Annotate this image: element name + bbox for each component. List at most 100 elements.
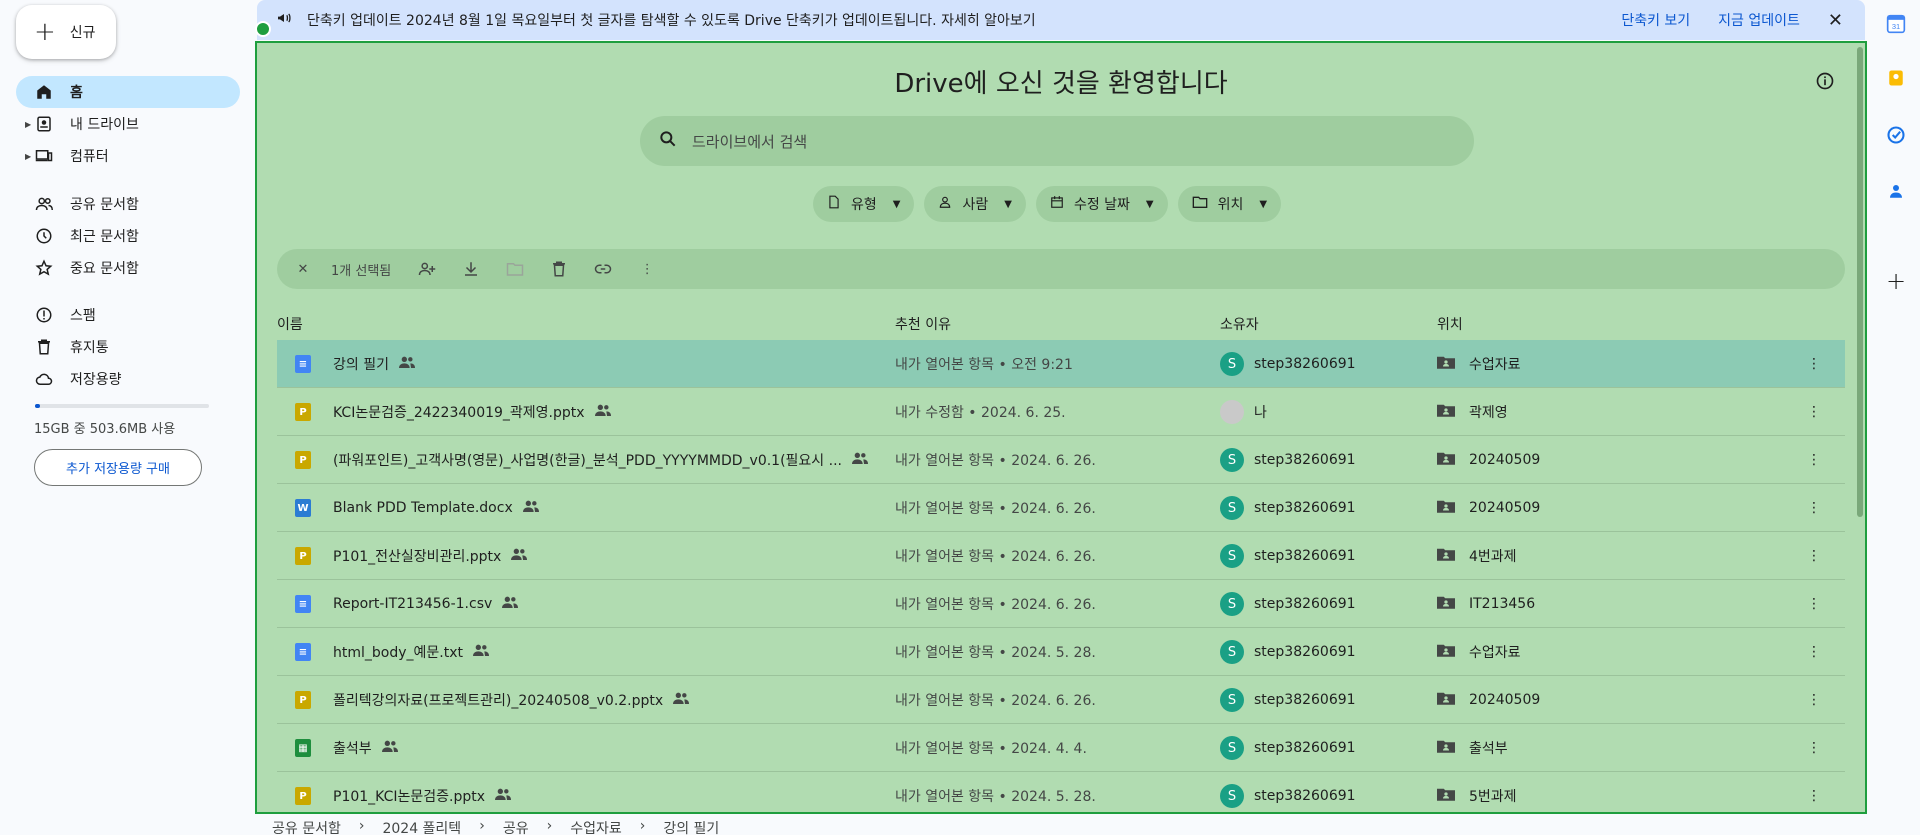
keep-app-icon[interactable] bbox=[1884, 66, 1908, 90]
contacts-app-icon[interactable] bbox=[1884, 179, 1908, 203]
file-row[interactable]: ≡ Report-IT213456-1.csv 내가 열어본 항목 • 2024. … bbox=[277, 580, 1845, 628]
file-name[interactable]: (파워포인트)_고객사명(영문)_사업명(한글)_분석_PDD_YYYYMMDD… bbox=[333, 450, 842, 470]
breadcrumb-item[interactable]: 2024 폴리텍 bbox=[382, 818, 461, 835]
more-vert-icon[interactable]: ⋮ bbox=[1807, 436, 1821, 484]
move-folder-icon[interactable] bbox=[493, 260, 537, 278]
more-vert-icon[interactable]: ⋮ bbox=[1807, 676, 1821, 724]
people-filter-chip[interactable]: 사람 ▼ bbox=[924, 186, 1026, 222]
shared-icon bbox=[495, 788, 512, 804]
link-icon[interactable] bbox=[581, 260, 625, 278]
location-name[interactable]: 20240509 bbox=[1469, 500, 1540, 516]
shared-icon bbox=[673, 692, 690, 708]
location-name[interactable]: 수업자료 bbox=[1469, 354, 1521, 374]
file-row[interactable]: P P101_KCI논문검증.pptx 내가 열어본 항목 • 2024. 5. 2… bbox=[277, 772, 1845, 812]
file-row[interactable]: P P101_전산실장비관리.pptx 내가 열어본 항목 • 2024. 6. 2… bbox=[277, 532, 1845, 580]
location-name[interactable]: IT213456 bbox=[1469, 596, 1535, 612]
owner-name: 나 bbox=[1254, 405, 1267, 421]
file-row[interactable]: ≡ html_body_예문.txt 내가 열어본 항목 • 2024. 5. 28… bbox=[277, 628, 1845, 676]
shared-icon bbox=[34, 194, 54, 214]
breadcrumb-item[interactable]: 수업자료 bbox=[570, 818, 622, 835]
sidebar-item-recent[interactable]: 최근 문서함 bbox=[16, 220, 240, 252]
download-icon[interactable] bbox=[449, 260, 493, 278]
sidebar-item-storage[interactable]: 저장용량 bbox=[16, 363, 240, 395]
file-row[interactable]: ▦ 출석부 내가 열어본 항목 • 2024. 4. 4. Sstep38260691… bbox=[277, 724, 1845, 772]
scrollbar-thumb[interactable] bbox=[1857, 47, 1863, 517]
more-vert-icon[interactable]: ⋮ bbox=[1807, 628, 1821, 676]
location-name[interactable]: 20240509 bbox=[1469, 692, 1540, 708]
sidebar-item-my-drive[interactable]: ▶ 내 드라이브 bbox=[16, 108, 240, 140]
tasks-app-icon[interactable] bbox=[1884, 123, 1908, 147]
shared-icon bbox=[522, 500, 539, 516]
recommend-reason: 내가 열어본 항목 • 2024. 4. 4. bbox=[895, 741, 1087, 757]
location-name[interactable]: 5번과제 bbox=[1469, 786, 1517, 806]
share-icon[interactable] bbox=[405, 260, 449, 278]
sidebar-item-label: 컴퓨터 bbox=[70, 149, 109, 165]
file-name[interactable]: html_body_예문.txt bbox=[333, 642, 463, 662]
info-icon[interactable] bbox=[1815, 71, 1835, 95]
new-button[interactable]: + 신규 bbox=[16, 5, 116, 59]
plus-icon: + bbox=[34, 17, 56, 47]
sidebar-item-computer[interactable]: ▶ 컴퓨터 bbox=[16, 140, 240, 172]
avatar: S bbox=[1220, 448, 1244, 472]
location-name[interactable]: 4번과제 bbox=[1469, 546, 1517, 566]
computer-icon bbox=[34, 146, 54, 166]
sidebar-item-starred[interactable]: 중요 문서함 bbox=[16, 252, 240, 284]
file-row[interactable]: ≡ 강의 필기 내가 열어본 항목 • 오전 9:21 Sstep38260691 수업… bbox=[277, 340, 1845, 388]
file-row[interactable]: P 폴리텍강의자료(프로젝트관리)_20240508_v0.2.pptx 내가 열어… bbox=[277, 676, 1845, 724]
shared-icon bbox=[473, 644, 489, 660]
file-name[interactable]: P101_KCI논문검증.pptx bbox=[333, 786, 485, 806]
file-name[interactable]: Blank PDD Template.docx bbox=[333, 500, 513, 516]
update-now-link[interactable]: 지금 업데이트 bbox=[1718, 10, 1800, 30]
file-name[interactable]: 출석부 bbox=[333, 738, 372, 758]
more-vert-icon[interactable]: ⋮ bbox=[1807, 532, 1821, 580]
file-row[interactable]: P KCI논문검증_2422340019_곽제영.pptx 내가 수정함 • 202… bbox=[277, 388, 1845, 436]
more-vert-icon[interactable]: ⋮ bbox=[1807, 484, 1821, 532]
column-header-name[interactable]: 이름 bbox=[277, 314, 303, 334]
add-addon-icon[interactable]: + bbox=[1884, 267, 1908, 295]
location-filter-chip[interactable]: 위치 ▼ bbox=[1177, 186, 1282, 222]
file-name[interactable]: 강의 필기 bbox=[333, 354, 389, 374]
home-icon bbox=[34, 82, 54, 102]
shared-icon bbox=[502, 596, 519, 612]
chevron-down-icon: ▼ bbox=[1004, 198, 1012, 210]
expand-caret-icon[interactable]: ▶ bbox=[25, 120, 31, 129]
location-name[interactable]: 출석부 bbox=[1469, 738, 1508, 758]
file-name[interactable]: P101_전산실장비관리.pptx bbox=[333, 546, 501, 566]
column-header-location: 위치 bbox=[1437, 317, 1463, 333]
ppt-file-icon: P bbox=[295, 388, 315, 436]
breadcrumb-item[interactable]: 공유 bbox=[503, 818, 529, 835]
more-vert-icon[interactable]: ⋮ bbox=[1807, 388, 1821, 436]
sidebar-item-spam[interactable]: 스팸 bbox=[16, 299, 240, 331]
sidebar-item-trash[interactable]: 휴지통 bbox=[16, 331, 240, 363]
calendar-app-icon[interactable]: 31 bbox=[1884, 12, 1908, 36]
more-vert-icon[interactable]: ⋮ bbox=[1807, 580, 1821, 628]
breadcrumb-item[interactable]: 공유 문서함 bbox=[272, 818, 341, 835]
file-name[interactable]: 폴리텍강의자료(프로젝트관리)_20240508_v0.2.pptx bbox=[333, 690, 663, 710]
location-name[interactable]: 수업자료 bbox=[1469, 642, 1521, 662]
shared-icon bbox=[852, 452, 868, 468]
more-vert-icon[interactable]: ⋮ bbox=[625, 262, 669, 277]
expand-caret-icon[interactable]: ▶ bbox=[25, 152, 31, 161]
buy-storage-button[interactable]: 추가 저장용량 구매 bbox=[34, 449, 202, 486]
modified-filter-chip[interactable]: 수정 날짜 ▼ bbox=[1035, 186, 1168, 222]
type-filter-chip[interactable]: 유형 ▼ bbox=[813, 186, 915, 222]
close-icon[interactable]: ✕ bbox=[1828, 10, 1843, 31]
clear-selection-icon[interactable]: ✕ bbox=[291, 262, 315, 277]
more-vert-icon[interactable]: ⋮ bbox=[1807, 724, 1821, 772]
location-name[interactable]: 곽제영 bbox=[1469, 402, 1508, 422]
file-name[interactable]: Report-IT213456-1.csv bbox=[333, 596, 492, 612]
search-placeholder: 드라이브에서 검색 bbox=[692, 132, 808, 151]
sidebar-item-shared[interactable]: 공유 문서함 bbox=[16, 188, 240, 220]
more-vert-icon[interactable]: ⋮ bbox=[1807, 340, 1821, 388]
megaphone-icon bbox=[275, 10, 293, 30]
breadcrumb-item[interactable]: 강의 필기 bbox=[663, 818, 719, 835]
file-row[interactable]: W Blank PDD Template.docx 내가 열어본 항목 • 2024… bbox=[277, 484, 1845, 532]
more-vert-icon[interactable]: ⋮ bbox=[1807, 772, 1821, 812]
search-input[interactable]: 드라이브에서 검색 bbox=[640, 116, 1474, 166]
sidebar-item-home[interactable]: 홈 bbox=[16, 76, 240, 108]
view-shortcuts-link[interactable]: 단축키 보기 bbox=[1621, 10, 1690, 30]
file-name[interactable]: KCI논문검증_2422340019_곽제영.pptx bbox=[333, 402, 585, 422]
trash-icon[interactable] bbox=[537, 260, 581, 278]
location-name[interactable]: 20240509 bbox=[1469, 452, 1540, 468]
file-row[interactable]: P (파워포인트)_고객사명(영문)_사업명(한글)_분석_PDD_YYYYMMD… bbox=[277, 436, 1845, 484]
